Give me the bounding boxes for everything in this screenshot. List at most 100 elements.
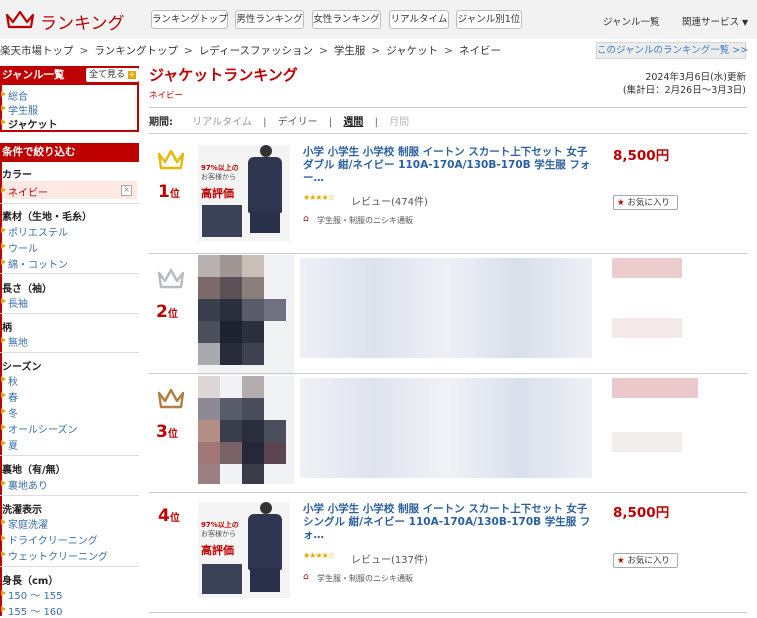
plus-icon: + (127, 70, 136, 79)
filter-item[interactable]: ポリエステル (1, 224, 68, 239)
aggregation-period: (集計日：2月26日～3月3日) (622, 85, 746, 96)
product-image[interactable]: 97%以上の お客様から 高評価 (198, 502, 290, 598)
divider (149, 612, 747, 613)
filter-item[interactable]: 春 (1, 389, 18, 404)
shop-icon: ⌂ (303, 214, 309, 224)
genre-list-link[interactable]: ジャンル一覧 (603, 14, 660, 28)
height-section-title: 身長（cm） (2, 576, 59, 587)
season-section-title: シーズン (2, 362, 42, 373)
filter-item[interactable]: 綿・コットン (1, 256, 68, 271)
filter-item[interactable]: ウール (1, 240, 38, 255)
realtime-button[interactable]: リアルタイム (389, 10, 449, 29)
women-ranking-button[interactable]: 女性ランキング (312, 10, 381, 29)
product-photo (260, 502, 272, 514)
filter-item[interactable]: 無地 (1, 334, 28, 349)
genre-first-button[interactable]: ジャンル別1位 (456, 10, 522, 29)
related-services-menu[interactable]: 関連サービス ▼ (682, 14, 748, 28)
review-count-link[interactable]: レビュー(474件) (351, 193, 428, 208)
tab-realtime[interactable]: リアルタイム (192, 117, 252, 128)
filter-header: 条件で絞り込む (0, 143, 139, 162)
page-subtitle: ネイビー (149, 91, 184, 101)
ranking-top-button[interactable]: ランキングトップ (151, 10, 228, 29)
blurred-favorite (612, 432, 682, 452)
product-title-link[interactable]: 小学 小学生 小学校 制服 イートン スカート上下セット 女子 シングル 紺/ネ… (303, 503, 593, 542)
divider (0, 273, 139, 274)
genre-list-title: ジャンル一覧 (2, 69, 65, 81)
color-section-title: カラー (2, 170, 32, 181)
breadcrumb-item[interactable]: ランキングトップ (94, 45, 178, 57)
product-photo (248, 514, 282, 570)
favorite-label: お気に入り (627, 198, 670, 208)
filter-item[interactable]: 家庭洗濯 (1, 516, 48, 531)
product-image[interactable]: 97%以上の お客様から 高評価 (198, 145, 290, 241)
rating-stars-icon: ★★★★☆ (303, 193, 335, 202)
divider (149, 492, 747, 493)
favorite-button[interactable]: ★ お気に入り (613, 195, 678, 210)
rank-number: 4位 (158, 506, 180, 526)
period-label: 期間: (149, 117, 173, 128)
tab-monthly[interactable]: 月間 (389, 117, 409, 128)
divider (149, 373, 747, 374)
divider (0, 566, 139, 567)
divider (0, 313, 139, 314)
show-all-button[interactable]: 全て見る + (86, 68, 139, 82)
filter-item[interactable]: ドライクリーニング (1, 532, 98, 547)
divider (0, 455, 139, 456)
breadcrumb-item[interactable]: レディースファッション (199, 45, 313, 57)
filter-item[interactable]: 秋 (1, 373, 18, 388)
filter-item[interactable]: 夏 (1, 437, 18, 452)
pattern-section-title: 柄 (2, 323, 12, 334)
breadcrumb-item[interactable]: 楽天市場トップ (0, 45, 74, 57)
favorite-button[interactable]: ★ お気に入り (613, 553, 678, 568)
chevron-down-icon: ▼ (742, 18, 749, 27)
rank-number: 3位 (156, 422, 178, 442)
tab-weekly[interactable]: 週間 (343, 117, 363, 128)
lining-section-title: 裏地（有/無） (2, 465, 66, 476)
bronze-crown-icon (157, 388, 185, 409)
divider (149, 253, 747, 254)
genre-item-student-uniform[interactable]: 学生服 (1, 102, 38, 117)
genre-ranking-list-link[interactable]: このジャンルのランキング一覧 >> (596, 42, 748, 59)
filter-item[interactable]: 裏地あり (1, 477, 48, 492)
laundry-section-title: 洗濯表示 (2, 505, 42, 516)
filter-item[interactable]: ウェットクリーニング (1, 548, 108, 563)
product-price: 8,500円 (613, 148, 670, 164)
show-all-label: 全て見る (89, 70, 126, 80)
men-ranking-button[interactable]: 男性ランキング (235, 10, 304, 29)
genre-item-jacket[interactable]: ジャケット (1, 116, 58, 131)
tab-daily[interactable]: デイリー (278, 117, 318, 128)
breadcrumb-item[interactable]: 学生服 (334, 45, 366, 57)
filter-item[interactable]: 150 ～ 155 (1, 587, 63, 602)
color-item-navy[interactable]: ネイビー (1, 184, 48, 199)
material-section-title: 素材（生地・毛糸） (2, 212, 92, 223)
rank-number: 1位 (158, 182, 180, 202)
rank-number: 2位 (156, 302, 178, 322)
star-icon: ★ (617, 198, 625, 208)
clear-filter-icon[interactable]: × (121, 185, 132, 196)
divider (0, 203, 139, 204)
ranking-logo[interactable]: ランキング (40, 9, 125, 34)
breadcrumb-item[interactable]: ネイビー (459, 45, 501, 57)
silver-crown-icon (157, 268, 185, 289)
sleeve-section-title: 長さ（袖） (2, 284, 52, 295)
divider (0, 495, 139, 496)
shop-icon: ⌂ (303, 572, 309, 582)
gold-crown-icon (157, 149, 185, 170)
filter-item[interactable]: 冬 (1, 405, 18, 420)
product-title-link[interactable]: 小学 小学生 小学校 制服 イートン スカート上下セット 女子 ダブル 紺/ネイ… (303, 146, 593, 185)
product-photo (260, 145, 272, 157)
breadcrumb-item[interactable]: ジャケット (386, 45, 438, 57)
review-count-link[interactable]: レビュー(137件) (351, 551, 428, 566)
shop-name-link[interactable]: 学生服・制服のニシキ通販 (317, 215, 413, 226)
breadcrumb: 楽天市場トップ > ランキングトップ > レディースファッション > 学生服 > ジャケット > ネ… (0, 45, 501, 57)
product-photo (202, 564, 242, 594)
genre-item-all[interactable]: 総合 (1, 88, 28, 103)
favorite-label: お気に入り (627, 556, 670, 566)
page-title: ジャケットランキング (149, 66, 298, 84)
filter-item[interactable]: オールシーズン (1, 421, 78, 436)
star-icon: ★ (617, 556, 625, 566)
filter-item[interactable]: 長袖 (1, 295, 28, 310)
product-photo (250, 568, 280, 592)
rating-stars-icon: ★★★★☆ (303, 551, 335, 560)
shop-name-link[interactable]: 学生服・制服のニシキ通販 (317, 573, 413, 584)
